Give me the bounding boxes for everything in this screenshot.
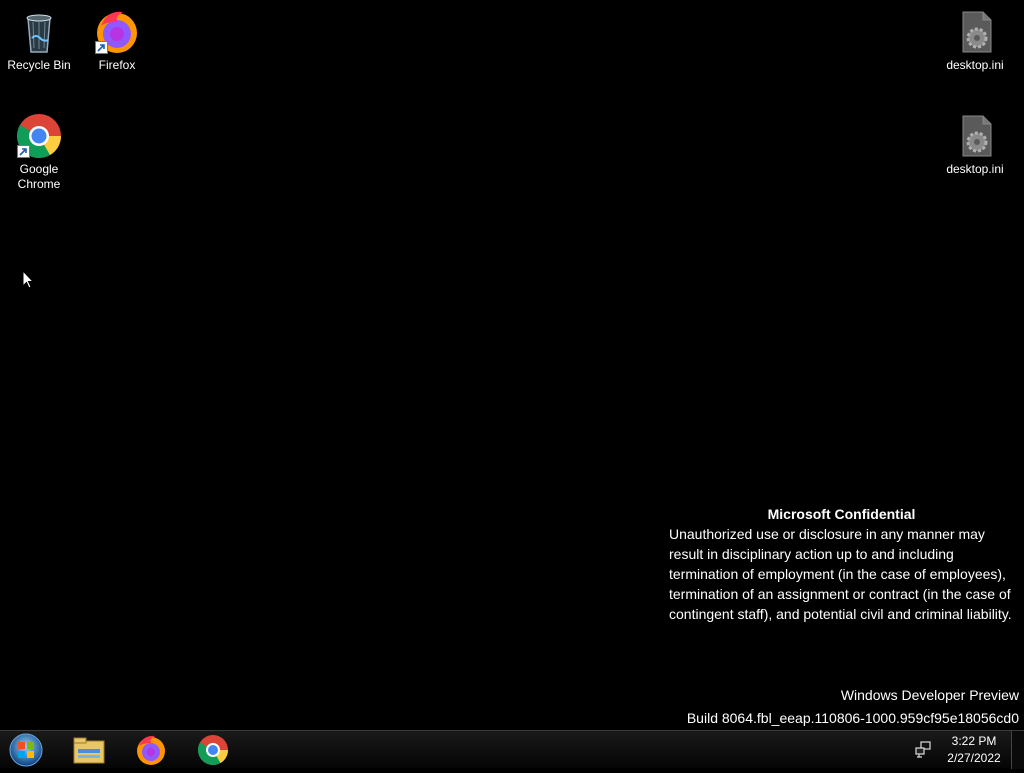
taskbar-chrome-button[interactable] <box>190 733 236 767</box>
file-explorer-icon <box>73 737 105 764</box>
watermark-body: Unauthorized use or disclosure in any ma… <box>669 526 1012 622</box>
desktop-icon-google-chrome[interactable]: Google Chrome <box>2 112 76 192</box>
show-desktop-button[interactable] <box>1011 731 1024 769</box>
desktop-icon-recycle-bin[interactable]: Recycle Bin <box>2 8 76 73</box>
desktop-icon-label: desktop.ini <box>946 162 1004 176</box>
network-icon[interactable] <box>914 740 932 758</box>
start-button[interactable] <box>6 732 46 768</box>
start-orb-icon <box>9 733 43 767</box>
confidential-watermark: Microsoft Confidential Unauthorized use … <box>669 504 1014 624</box>
desktop-icon-label: Firefox <box>98 58 136 72</box>
desktop-icon-label: Google Chrome <box>17 162 61 191</box>
desktop-icon-desktop-ini[interactable]: desktop.ini <box>938 8 1012 73</box>
firefox-icon <box>93 8 141 56</box>
taskbar: 3:22 PM 2/27/2022 <box>0 730 1024 769</box>
taskbar-file-explorer-button[interactable] <box>66 733 112 767</box>
taskbar-firefox-button[interactable] <box>128 733 174 767</box>
build-string: Build 8064.fbl_eeap.110806-1000.959cf95e… <box>686 710 1019 726</box>
shortcut-arrow-icon <box>17 145 30 158</box>
recycle-bin-icon <box>15 8 63 56</box>
windows-edition: Windows Developer Preview <box>840 687 1019 703</box>
desktop-icon-desktop-ini[interactable]: desktop.ini <box>938 112 1012 177</box>
firefox-icon <box>137 735 165 765</box>
system-clock[interactable]: 3:22 PM 2/27/2022 <box>940 733 1008 767</box>
chrome-icon <box>197 735 228 766</box>
desktop-icon-label: desktop.ini <box>946 58 1004 72</box>
settings-file-icon <box>951 8 999 56</box>
clock-date: 2/27/2022 <box>947 751 1001 765</box>
shortcut-arrow-icon <box>95 41 108 54</box>
clock-time: 3:22 PM <box>951 734 997 748</box>
settings-file-icon <box>951 112 999 160</box>
mouse-cursor-icon <box>22 269 35 294</box>
chrome-icon <box>15 112 63 160</box>
desktop-icon-firefox[interactable]: Firefox <box>80 8 154 73</box>
desktop-icon-label: Recycle Bin <box>7 58 71 72</box>
build-info: Windows Developer Preview Build 8064.fbl… <box>687 684 1019 730</box>
watermark-title: Microsoft Confidential <box>767 506 916 522</box>
